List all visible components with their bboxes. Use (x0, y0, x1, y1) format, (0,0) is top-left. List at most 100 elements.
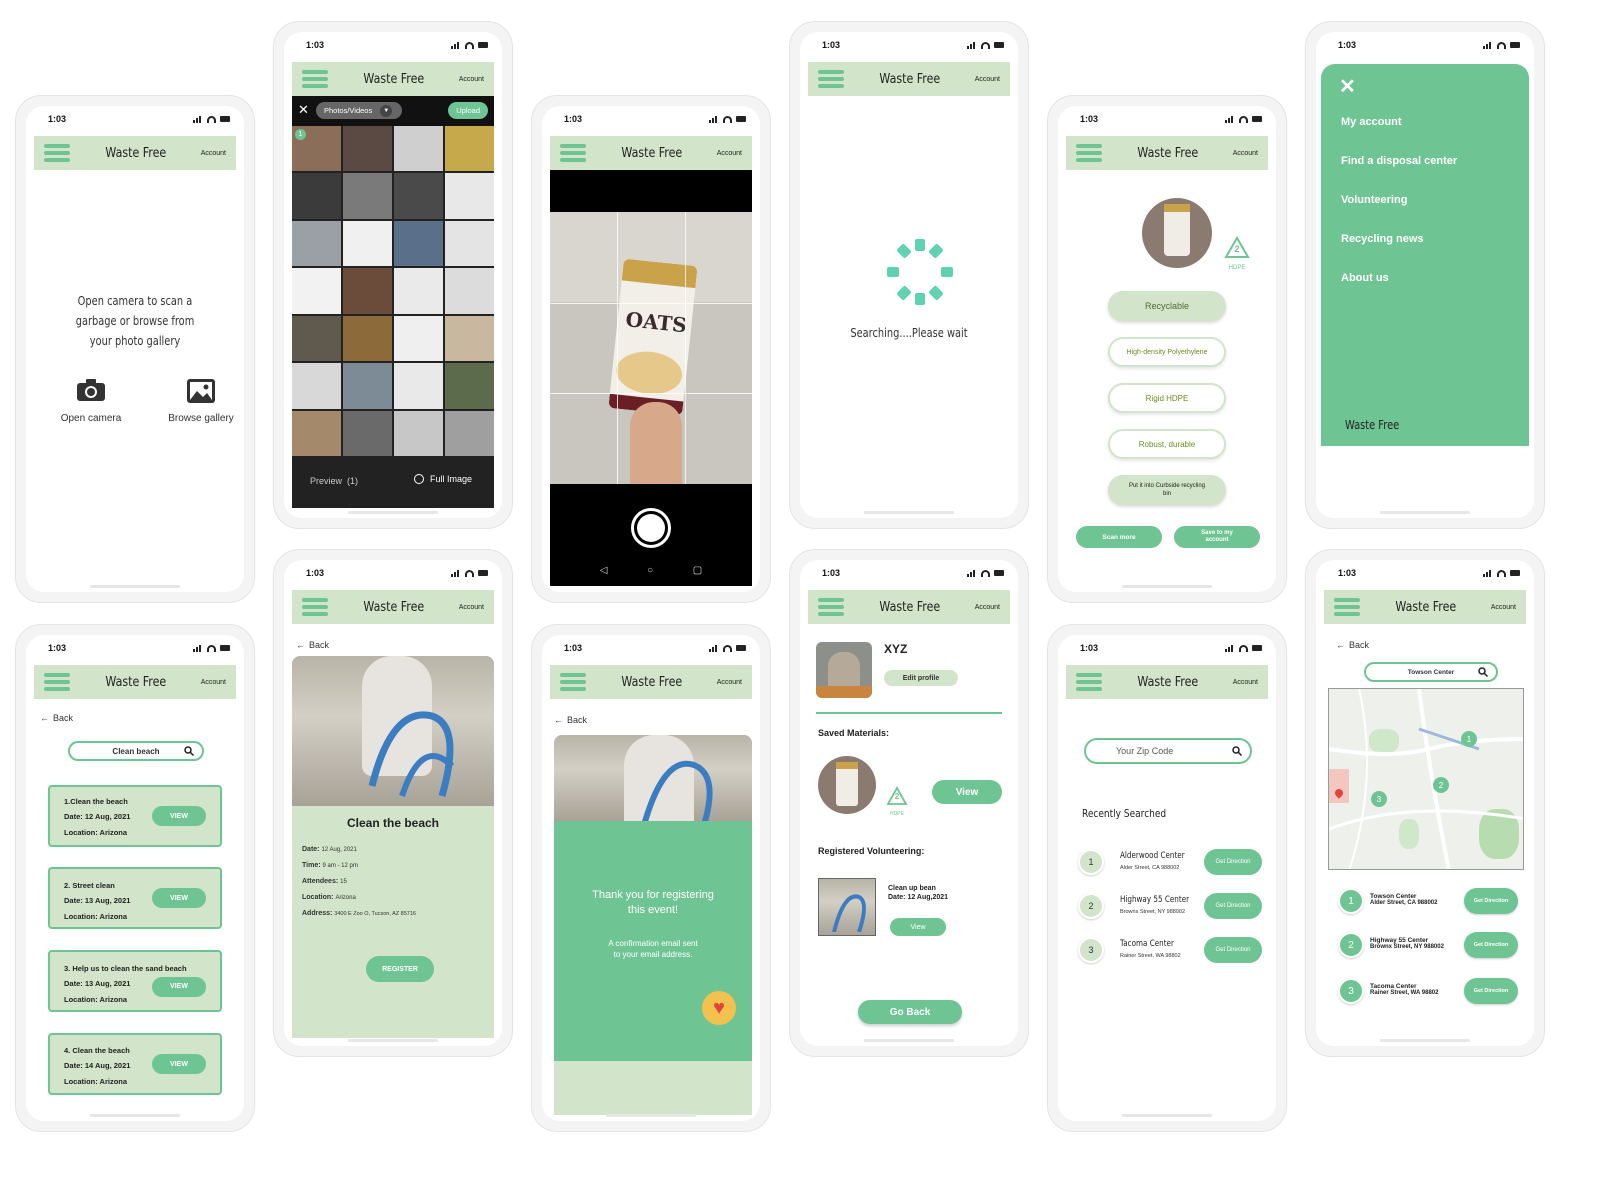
hamburger-menu-icon[interactable] (1334, 598, 1360, 616)
view-button[interactable]: VIEW (152, 888, 206, 908)
get-direction-button[interactable]: Get Direction (1464, 978, 1518, 1004)
hamburger-menu-icon[interactable] (1076, 144, 1102, 162)
location-search-input[interactable]: Towson Center (1364, 662, 1498, 682)
photo-thumb[interactable] (292, 220, 341, 267)
photo-thumb[interactable] (394, 173, 443, 219)
photo-thumb[interactable] (445, 363, 494, 409)
get-direction-button[interactable]: Get Direction (1204, 893, 1262, 919)
account-link[interactable]: Account (201, 679, 226, 686)
photo-thumb[interactable] (292, 315, 341, 362)
hamburger-menu-icon[interactable] (818, 70, 844, 88)
menu-item-recycling-news[interactable]: Recycling news (1341, 233, 1424, 245)
edit-profile-button[interactable]: Edit profile (884, 670, 958, 686)
search-input[interactable]: Clean beach (68, 741, 204, 761)
view-button[interactable]: VIEW (152, 976, 206, 997)
go-back-button[interactable]: Go Back (858, 1000, 962, 1024)
map-pin[interactable]: 3 (1371, 791, 1387, 807)
account-link[interactable]: Account (717, 150, 742, 157)
photo-thumb[interactable] (445, 268, 494, 314)
event-card[interactable]: 3. Help us to clean the sand beach Date:… (48, 950, 222, 1012)
upload-button[interactable]: Upload (448, 102, 488, 119)
view-event-button[interactable]: View (890, 918, 946, 936)
browse-gallery-button[interactable]: Browse gallery (156, 378, 244, 424)
account-link[interactable]: Account (1233, 150, 1258, 157)
account-link[interactable]: Account (1491, 604, 1516, 611)
account-link[interactable]: Account (201, 150, 226, 157)
hamburger-menu-icon[interactable] (44, 144, 70, 162)
event-card[interactable]: 1.Clean the beach Date: 12 Aug, 2021 Loc… (48, 785, 222, 847)
photo-thumb[interactable] (445, 315, 494, 362)
menu-item-my-account[interactable]: My account (1341, 116, 1402, 128)
photo-thumb[interactable] (343, 173, 392, 219)
menu-item-about[interactable]: About us (1341, 272, 1389, 284)
photo-thumb[interactable] (292, 173, 341, 219)
photo-thumb[interactable] (445, 173, 494, 219)
hamburger-menu-icon[interactable] (560, 144, 586, 162)
save-to-account-button[interactable]: Save to my account (1174, 526, 1260, 548)
back-button[interactable]: ← Back (40, 713, 73, 723)
map-view[interactable]: 1 2 3 (1328, 688, 1524, 870)
get-direction-button[interactable]: Get Direction (1464, 888, 1518, 914)
scan-more-button[interactable]: Scan more (1076, 526, 1162, 548)
view-saved-button[interactable]: View (932, 780, 1002, 804)
hamburger-menu-icon[interactable] (818, 598, 844, 616)
photo-thumb[interactable] (292, 268, 341, 314)
photo-thumb[interactable] (292, 363, 341, 409)
photo-thumb[interactable] (445, 410, 494, 456)
full-image-radio[interactable]: Full Image (413, 474, 472, 484)
hamburger-menu-icon[interactable] (302, 598, 328, 616)
event-card[interactable]: 2. Street clean Date: 13 Aug, 2021 Locat… (48, 867, 222, 929)
account-link[interactable]: Account (717, 679, 742, 686)
event-card[interactable]: 4. Clean the beach Date: 14 Aug, 2021 Lo… (48, 1033, 222, 1095)
photo-thumb[interactable] (343, 410, 392, 456)
account-link[interactable]: Account (459, 604, 484, 611)
view-button[interactable]: VIEW (152, 1054, 206, 1074)
photo-thumb[interactable] (445, 220, 494, 267)
back-button[interactable]: ← Back (296, 640, 329, 650)
photo-thumb[interactable] (394, 220, 443, 267)
account-link[interactable]: Account (459, 76, 484, 83)
nav-home-icon[interactable]: ○ (647, 565, 653, 576)
menu-item-volunteering[interactable]: Volunteering (1341, 194, 1407, 206)
photo-thumb[interactable] (343, 126, 392, 172)
photo-thumb[interactable] (343, 315, 392, 362)
photos-videos-dropdown[interactable]: Photos/Videos ▼ (316, 102, 402, 119)
saved-item-photo[interactable] (818, 756, 876, 814)
photo-thumb[interactable]: 1 (292, 126, 341, 172)
zip-code-input[interactable]: Your Zip Code (1084, 738, 1252, 764)
hamburger-menu-icon[interactable] (302, 70, 328, 88)
photo-thumb[interactable] (343, 220, 392, 267)
volunteer-event-photo[interactable] (818, 878, 876, 936)
preview-button[interactable]: Preview (1) (310, 476, 358, 486)
photo-thumb[interactable] (445, 126, 494, 172)
photo-thumb[interactable] (292, 410, 341, 456)
hamburger-menu-icon[interactable] (44, 673, 70, 691)
hamburger-menu-icon[interactable] (1076, 673, 1102, 691)
get-direction-button[interactable]: Get Direction (1464, 932, 1518, 958)
photo-thumb[interactable] (394, 315, 443, 362)
photo-thumb[interactable] (394, 410, 443, 456)
map-pin[interactable]: 2 (1433, 777, 1449, 793)
map-pin[interactable]: 1 (1461, 731, 1477, 747)
avatar[interactable] (816, 642, 872, 698)
photo-thumb[interactable] (394, 363, 443, 409)
photo-thumb[interactable] (343, 268, 392, 314)
get-direction-button[interactable]: Get Direction (1204, 937, 1262, 963)
menu-item-find-disposal[interactable]: Find a disposal center (1341, 155, 1457, 167)
photo-thumb[interactable] (394, 126, 443, 172)
photo-thumb[interactable] (394, 268, 443, 314)
register-button[interactable]: REGISTER (366, 956, 434, 982)
nav-back-icon[interactable]: ◁ (600, 565, 608, 576)
hamburger-menu-icon[interactable] (560, 673, 586, 691)
open-camera-button[interactable]: Open camera (51, 378, 131, 424)
back-button[interactable]: ← Back (554, 715, 587, 725)
close-icon[interactable]: ✕ (298, 102, 309, 118)
photo-thumb[interactable] (343, 363, 392, 409)
shutter-button[interactable] (631, 508, 671, 548)
account-link[interactable]: Account (975, 76, 1000, 83)
nav-recents-icon[interactable]: ▢ (693, 565, 702, 576)
close-icon[interactable]: ✕ (1339, 74, 1356, 99)
account-link[interactable]: Account (975, 604, 1000, 611)
get-direction-button[interactable]: Get Direction (1204, 849, 1262, 875)
view-button[interactable]: VIEW (152, 806, 206, 826)
